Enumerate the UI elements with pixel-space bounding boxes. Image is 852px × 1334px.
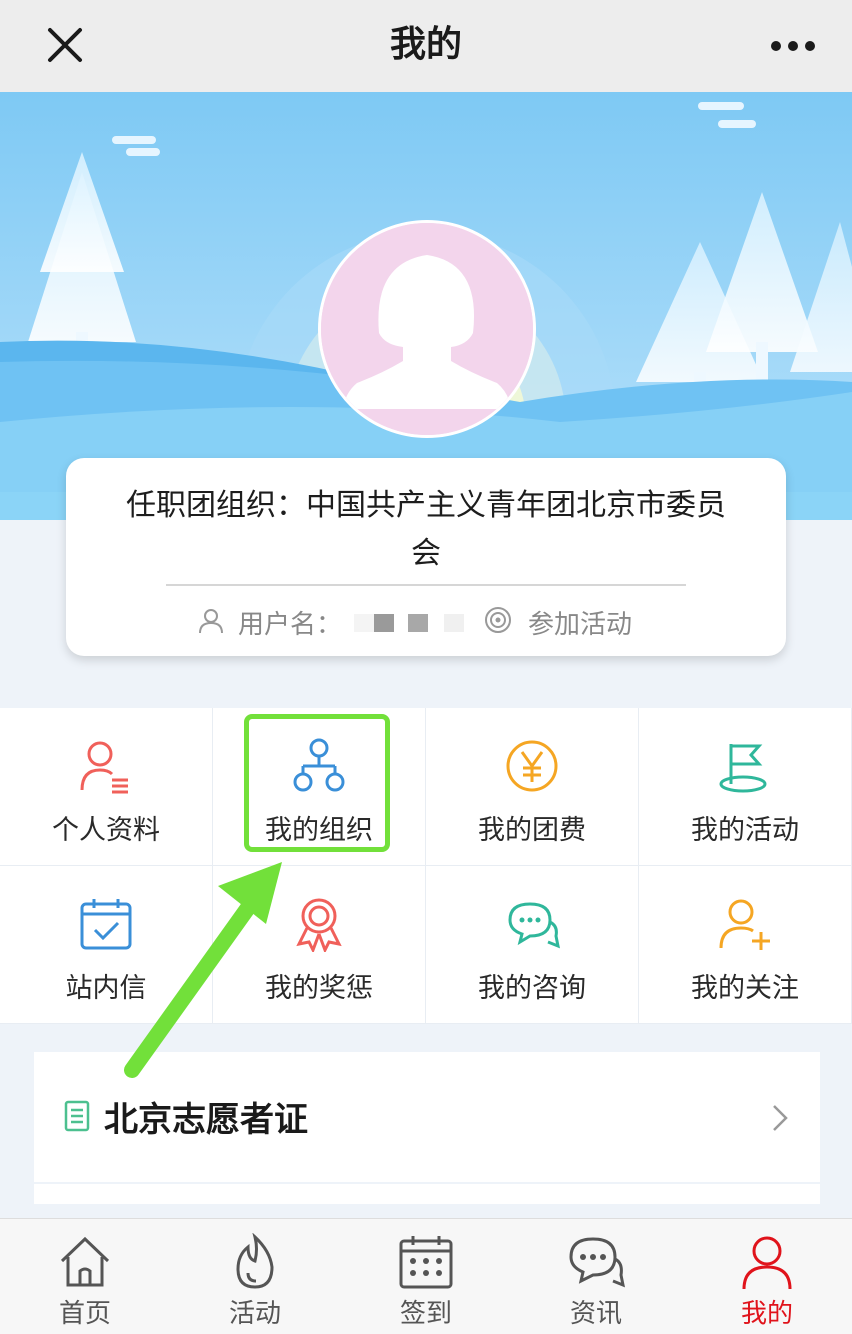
tab-checkin[interactable]: 签到 [341, 1219, 511, 1334]
chat-icon [569, 1237, 625, 1288]
volunteer-card-row[interactable]: 北京志愿者证 [34, 1052, 820, 1182]
tab-label: 首页 [58, 1299, 111, 1329]
tab-label: 资讯 [569, 1299, 622, 1329]
grid-item-label: 站内信 [65, 973, 147, 1004]
activity-icon [485, 607, 511, 633]
tab-label: 签到 [399, 1299, 452, 1329]
divider [166, 584, 686, 586]
calendar-mail-icon [80, 899, 132, 950]
grid-item-profile[interactable]: 个人资料 [0, 708, 213, 866]
function-grid: 个人资料 我的组织 我的团费 我的活动 站内信 我的奖惩 我的咨询 我的关注 [0, 708, 852, 1024]
more-icon[interactable] [768, 26, 818, 66]
profile-info-card: 任职团组织：中国共产主义青年团北京市委员会 用户名： 参加活动 [66, 458, 786, 656]
grid-item-label: 我的奖惩 [265, 973, 373, 1004]
grid-item-label: 我的关注 [691, 973, 799, 1004]
medal-icon [296, 898, 342, 952]
avatar-silhouette [321, 223, 533, 435]
tab-label: 活动 [228, 1299, 281, 1329]
grid-item-follow[interactable]: 我的关注 [639, 866, 852, 1024]
grid-item-label: 我的活动 [691, 815, 799, 846]
avatar[interactable] [318, 220, 536, 438]
volunteer-label: 北京志愿者证 [104, 1100, 308, 1140]
grid-item-label: 我的组织 [265, 815, 373, 846]
org-text: 任职团组织：中国共产主义青年团北京市委员会 [126, 488, 726, 571]
grid-item-fee[interactable]: 我的团费 [426, 708, 639, 866]
grid-item-label: 个人资料 [52, 815, 160, 846]
username-value [354, 614, 464, 634]
profile-icon [80, 741, 128, 794]
tab-news[interactable]: 资讯 [511, 1219, 681, 1334]
chevron-right-icon [773, 1105, 788, 1131]
tab-mine[interactable]: 我的 [682, 1219, 852, 1334]
organization-icon [293, 738, 345, 792]
username-label: 用户名： [238, 610, 343, 640]
certificate-icon [64, 1100, 90, 1132]
home-icon [60, 1236, 110, 1287]
tab-activity[interactable]: 活动 [170, 1219, 340, 1334]
grid-item-activity[interactable]: 我的活动 [639, 708, 852, 866]
profile-meta: 用户名： 参加活动 [66, 602, 786, 642]
activity-label: 参加活动 [528, 610, 633, 640]
page-title: 我的 [389, 24, 462, 65]
grid-item-organization[interactable]: 我的组织 [213, 708, 426, 866]
user-icon [199, 609, 223, 634]
tab-home[interactable]: 首页 [0, 1219, 170, 1334]
flag-icon [719, 744, 767, 793]
nav-bar: 我的 [0, 0, 852, 92]
next-list-row [34, 1184, 820, 1204]
grid-item-label: 我的咨询 [478, 973, 586, 1004]
chat-icon [508, 902, 560, 949]
user-icon [742, 1236, 792, 1290]
add-user-icon [719, 899, 770, 950]
tab-label: 我的 [740, 1299, 793, 1329]
calendar-icon [399, 1236, 453, 1289]
grid-item-consult[interactable]: 我的咨询 [426, 866, 639, 1024]
yuan-icon [506, 740, 558, 792]
grid-item-messages[interactable]: 站内信 [0, 866, 213, 1024]
tab-bar: 首页 活动 签到 资讯 我的 [0, 1218, 852, 1334]
profile-banner [0, 92, 852, 520]
grid-item-label: 我的团费 [478, 815, 586, 846]
grid-item-rewards[interactable]: 我的奖惩 [213, 866, 426, 1024]
flame-icon [236, 1233, 274, 1289]
